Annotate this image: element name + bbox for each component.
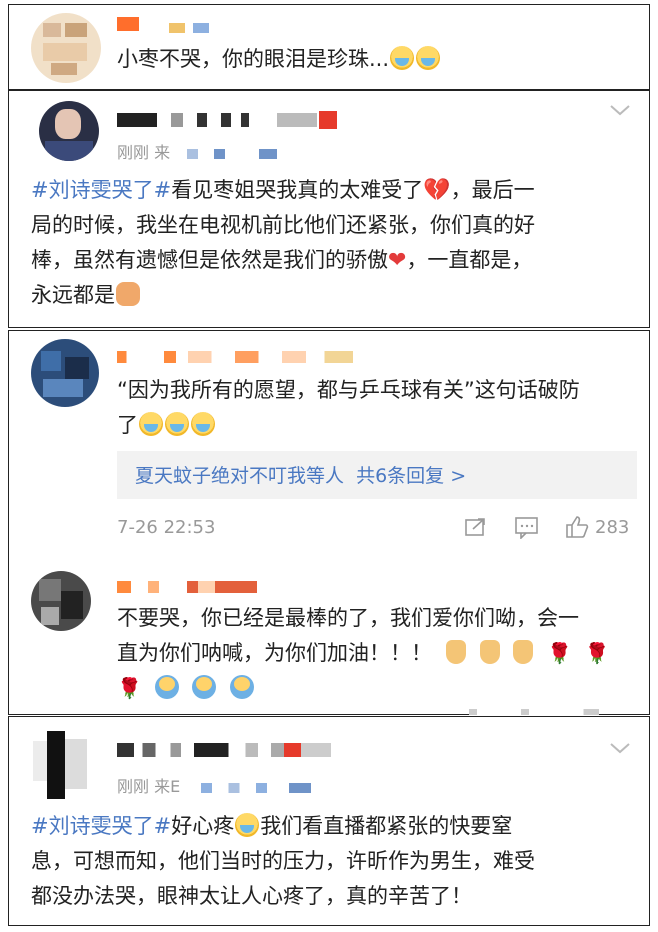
comment-line: 都没办法哭，眼神太让人心疼了，真的辛苦了！ [31, 884, 472, 908]
praying-hands-icon [116, 282, 140, 306]
truncated-actions [469, 709, 599, 715]
rose-icon: 🌹 [117, 676, 142, 700]
meta-time: 刚刚 来 [117, 143, 171, 162]
comment-card-2: 刚刚 来 #刘诗雯哭了#看见枣姐哭我真的太难受了💔，最后一 局的时候，我坐在电视… [8, 90, 650, 328]
crying-emoji-icon [390, 46, 415, 70]
like-count: 283 [595, 517, 630, 538]
comment-line: “因为我所有的愿望，都与乒乓球有关”这句话破防 [117, 378, 580, 402]
badge-blurred [169, 23, 209, 33]
hashtag-link[interactable]: #刘诗雯哭了# [31, 178, 171, 202]
avatar[interactable] [31, 339, 99, 407]
thumbs-up-icon [479, 640, 500, 664]
comment-icon[interactable] [515, 517, 539, 539]
comment-text: #刘诗雯哭了#看见枣姐哭我真的太难受了💔，最后一 局的时候，我坐在电视机前比他们… [31, 173, 631, 313]
comment-card-3: “因为我所有的愿望，都与乒乓球有关”这句话破防 了 夏天蚊子绝对不叮我等人 共6… [8, 330, 650, 715]
comment-line: 永远都是 [31, 283, 115, 307]
rose-icon: 🌹 [547, 641, 572, 665]
crying-emoji-icon [139, 412, 163, 436]
heart-icon: ❤ [388, 248, 407, 273]
source-blurred [201, 783, 311, 793]
crying-emoji-icon [165, 412, 189, 436]
comment-line: 棒，虽然有遗憾但是依然是我们的骄傲 [31, 248, 388, 272]
comment-line: 局的时候，我坐在电视机前比他们还紧张，你们真的好 [31, 213, 535, 237]
hugging-face-icon [229, 675, 254, 699]
rose-icon: 🌹 [584, 641, 610, 665]
comment-line: 息，可想而知，他们当时的压力，许昕作为男生，难受 [31, 849, 535, 873]
comment-text: 小枣不哭，你的眼泪是珍珠... [117, 42, 441, 77]
thumbs-up-icon [446, 640, 466, 664]
crying-emoji-icon [235, 813, 260, 837]
username-blurred[interactable] [117, 113, 317, 127]
badge-blurred [319, 111, 337, 129]
username-blurred[interactable] [117, 351, 353, 363]
source-blurred [187, 149, 277, 159]
broken-heart-icon: 💔 [423, 178, 451, 203]
avatar[interactable] [39, 101, 99, 161]
share-icon[interactable] [465, 517, 487, 537]
reply-author[interactable]: 夏天蚊子绝对不叮我等人 [135, 465, 344, 487]
comment-line: 好心疼 [171, 814, 235, 838]
comment-line: 了 [117, 413, 138, 437]
chevron-down-icon[interactable] [609, 103, 631, 117]
comment-time: 7-26 22:53 [117, 517, 216, 538]
comment-card-5: 刚刚 来E #刘诗雯哭了#好心疼 我们看直播都紧张的快要窒 息，可想而知，他们当时… [8, 716, 650, 926]
username-blurred[interactable] [117, 743, 331, 757]
meta-time: 刚刚 来E [117, 777, 181, 796]
comment-line: ，一直都是， [406, 248, 533, 272]
timestamp-source: 刚刚 来 [117, 139, 170, 163]
avatar[interactable] [31, 571, 91, 631]
comment-text: 不要哭，你已经是最棒的了，我们爱你们呦，会一 直为你们呐喊，为你们加油！！！ 🌹… [117, 601, 637, 706]
comment-line: 看见枣姐哭我真的太难受了 [171, 178, 424, 202]
hugging-face-icon [192, 675, 217, 699]
like-icon[interactable] [565, 515, 589, 539]
comment-text: “因为我所有的愿望，都与乒乓球有关”这句话破防 了 [117, 373, 637, 443]
comment-text: #刘诗雯哭了#好心疼 我们看直播都紧张的快要窒 息，可想而知，他们当时的压力，许昕… [31, 809, 641, 914]
username-blurred[interactable] [117, 581, 257, 593]
reply-count-link[interactable]: 共6条回复 > [356, 465, 466, 487]
reply-preview[interactable]: 夏天蚊子绝对不叮我等人 共6条回复 > [117, 451, 637, 499]
avatar[interactable] [31, 13, 101, 83]
thumbs-up-icon [513, 640, 534, 664]
timestamp-source: 刚刚 来E [117, 773, 180, 797]
comment-body: 小枣不哭，你的眼泪是珍珠... [117, 47, 390, 71]
hugging-face-icon [154, 675, 179, 699]
comment-card-1: 小枣不哭，你的眼泪是珍珠... [8, 4, 650, 90]
comment-line: 直为你们呐喊，为你们加油！！！ [117, 641, 432, 665]
crying-emoji-icon [191, 412, 215, 436]
username-blurred[interactable] [117, 17, 139, 31]
comment-line: 我们看直播都紧张的快要窒 [260, 814, 513, 838]
crying-emoji-icon [416, 46, 441, 70]
comment-line: ，最后一 [450, 178, 535, 202]
avatar[interactable] [33, 731, 97, 799]
hashtag-link[interactable]: #刘诗雯哭了# [31, 814, 171, 838]
comment-line: 不要哭，你已经是最棒的了，我们爱你们呦，会一 [117, 606, 579, 630]
chevron-down-icon[interactable] [609, 741, 631, 755]
